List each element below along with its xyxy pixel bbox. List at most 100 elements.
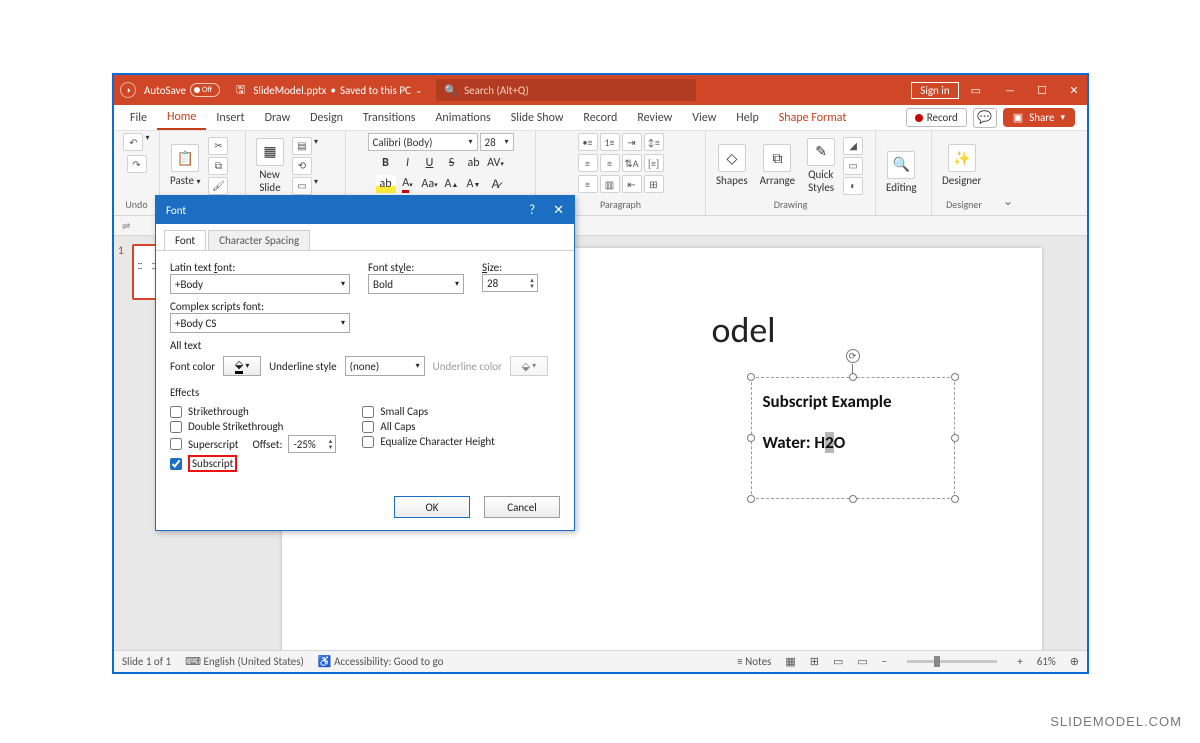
view-sorter-button[interactable]: ⊞ xyxy=(810,655,819,668)
copy-button[interactable]: ⧉ xyxy=(208,157,228,175)
quick-styles-button[interactable]: ✎Quick Styles xyxy=(803,134,839,198)
shadow-button[interactable]: ab xyxy=(464,154,484,172)
tab-shape-format[interactable]: Shape Format xyxy=(769,105,857,130)
layout-button[interactable]: ▤ xyxy=(292,137,312,155)
qat-chevron-icon[interactable]: ⇌ xyxy=(122,219,130,232)
underline-button[interactable]: U xyxy=(420,154,440,172)
signin-button[interactable]: Sign in xyxy=(911,82,958,99)
tab-home[interactable]: Home xyxy=(157,105,206,130)
align-right-button[interactable]: ≡ xyxy=(578,175,598,193)
grow-font-button[interactable]: A▲ xyxy=(442,175,462,193)
dialog-help-button[interactable]: ? xyxy=(529,203,535,218)
designer-button[interactable]: ✨Designer xyxy=(938,140,985,191)
editing-button[interactable]: 🔍Editing xyxy=(882,147,921,198)
smartart-button[interactable]: ⊞ xyxy=(644,175,664,193)
shrink-font-button[interactable]: A▼ xyxy=(464,175,484,193)
numbering-button[interactable]: 1≡ xyxy=(600,133,620,151)
reset-button[interactable]: ⟲ xyxy=(292,157,312,175)
shape-effects-button[interactable]: ◐ xyxy=(843,177,863,195)
status-accessibility[interactable]: ♿ Accessibility: Good to go xyxy=(318,655,443,668)
shape-outline-button[interactable]: ▭ xyxy=(843,157,863,175)
indent-less-button[interactable]: ⇤ xyxy=(622,175,642,193)
indent-more-button[interactable]: ⇥ xyxy=(622,133,642,151)
align-left-button[interactable]: ≡ xyxy=(578,154,598,172)
tab-draw[interactable]: Draw xyxy=(255,105,301,130)
change-case-button[interactable]: Aa▾ xyxy=(420,175,440,193)
maximize-button[interactable]: ☐ xyxy=(1035,84,1049,97)
line-spacing-button[interactable]: ↕≡ xyxy=(644,133,664,151)
tab-view[interactable]: View xyxy=(682,105,726,130)
bullets-button[interactable]: •≡ xyxy=(578,133,598,151)
record-button[interactable]: Record xyxy=(906,108,967,127)
ribbon-display-icon[interactable]: ▭ xyxy=(971,84,981,97)
bold-button[interactable]: B xyxy=(376,154,396,172)
view-slideshow-button[interactable]: ▭ xyxy=(857,655,867,668)
selection-handles[interactable] xyxy=(751,377,955,499)
autosave-toggle[interactable]: Off xyxy=(190,83,220,97)
tab-transitions[interactable]: Transitions xyxy=(353,105,426,130)
text-direction-button[interactable]: ⇅A xyxy=(622,154,642,172)
tab-design[interactable]: Design xyxy=(300,105,353,130)
cut-button[interactable]: ✂ xyxy=(208,137,228,155)
shapes-button[interactable]: ◇Shapes xyxy=(712,140,752,191)
notes-button[interactable]: ≡ Notes xyxy=(737,655,771,668)
tab-record[interactable]: Record xyxy=(573,105,627,130)
status-slide[interactable]: Slide 1 of 1 xyxy=(122,655,171,668)
strikethrough-checkbox[interactable]: Strikethrough xyxy=(170,405,336,418)
tab-help[interactable]: Help xyxy=(726,105,769,130)
dialog-tab-spacing[interactable]: Character Spacing xyxy=(208,230,310,250)
zoom-out-button[interactable]: − xyxy=(882,655,887,668)
ribbon-collapse-button[interactable]: ⌄ xyxy=(996,131,1020,215)
tab-file[interactable]: File xyxy=(120,105,157,130)
status-lang[interactable]: ⌨ English (United States) xyxy=(185,655,304,668)
redo-button[interactable]: ↷ xyxy=(127,155,147,173)
fontstyle-combo[interactable]: Bold▾ xyxy=(368,274,464,294)
paste-button[interactable]: 📋 Paste ▾ xyxy=(166,140,204,191)
subscript-checkbox[interactable]: Subscript xyxy=(170,455,336,472)
tab-review[interactable]: Review xyxy=(627,105,682,130)
font-size-combo[interactable]: 28▾ xyxy=(480,133,514,151)
selected-text-box[interactable]: ⟳ Subscript Example Water: H2O xyxy=(757,383,949,493)
fit-to-window-button[interactable]: ⊕ xyxy=(1070,655,1079,668)
cancel-button[interactable]: Cancel xyxy=(484,496,560,518)
tab-insert[interactable]: Insert xyxy=(206,105,254,130)
allcaps-checkbox[interactable]: All Caps xyxy=(362,420,494,433)
view-reading-button[interactable]: ▭ xyxy=(833,655,843,668)
save-icon[interactable]: 🖫 xyxy=(236,81,245,100)
dialog-tab-font[interactable]: Font xyxy=(164,230,206,250)
align-text-button[interactable]: [≡] xyxy=(644,154,664,172)
view-normal-button[interactable]: ▦ xyxy=(785,655,795,668)
rotate-handle[interactable]: ⟳ xyxy=(846,349,860,363)
charspacing-button[interactable]: AV▾ xyxy=(486,154,506,172)
comments-button[interactable]: 💬 xyxy=(973,108,997,128)
font-color-button[interactable]: A▾ xyxy=(398,175,418,193)
section-button[interactable]: ▭ xyxy=(292,177,312,195)
size-spinner[interactable]: 28▲▼ xyxy=(482,274,538,292)
search-box[interactable]: 🔍 Search (Alt+Q) xyxy=(436,79,696,101)
share-button[interactable]: ▣Share▾ xyxy=(1003,108,1075,127)
superscript-checkbox[interactable]: Superscript xyxy=(170,438,238,451)
close-button[interactable]: ✕ xyxy=(1067,84,1081,97)
latin-font-combo[interactable]: +Body▾ xyxy=(170,274,350,294)
strikethrough-button[interactable]: S xyxy=(442,154,462,172)
italic-button[interactable]: I xyxy=(398,154,418,172)
zoom-level[interactable]: 61% xyxy=(1037,655,1056,668)
offset-spinner[interactable]: -25%▲▼ xyxy=(288,435,336,453)
ok-button[interactable]: OK xyxy=(394,496,470,518)
fontcolor-button[interactable]: ⬙▾ xyxy=(223,356,261,376)
equalize-checkbox[interactable]: Equalize Character Height xyxy=(362,435,494,448)
tab-slideshow[interactable]: Slide Show xyxy=(501,105,574,130)
minimize-button[interactable]: — xyxy=(1003,84,1017,97)
shape-fill-button[interactable]: ◢ xyxy=(843,137,863,155)
highlight-button[interactable]: ab xyxy=(376,175,396,193)
zoom-slider[interactable] xyxy=(907,660,997,663)
document-title[interactable]: SlideModel.pptx•Saved to this PC⌄ xyxy=(253,84,422,97)
font-name-combo[interactable]: Calibri (Body)▾ xyxy=(368,133,478,151)
dialog-close-button[interactable]: ✕ xyxy=(553,203,564,218)
zoom-in-button[interactable]: + xyxy=(1017,655,1022,668)
underlinestyle-combo[interactable]: (none)▾ xyxy=(345,356,425,376)
dialog-titlebar[interactable]: Font ? ✕ xyxy=(156,196,574,224)
columns-button[interactable]: ▥ xyxy=(600,175,620,193)
double-strike-checkbox[interactable]: Double Strikethrough xyxy=(170,420,336,433)
tab-animations[interactable]: Animations xyxy=(425,105,500,130)
